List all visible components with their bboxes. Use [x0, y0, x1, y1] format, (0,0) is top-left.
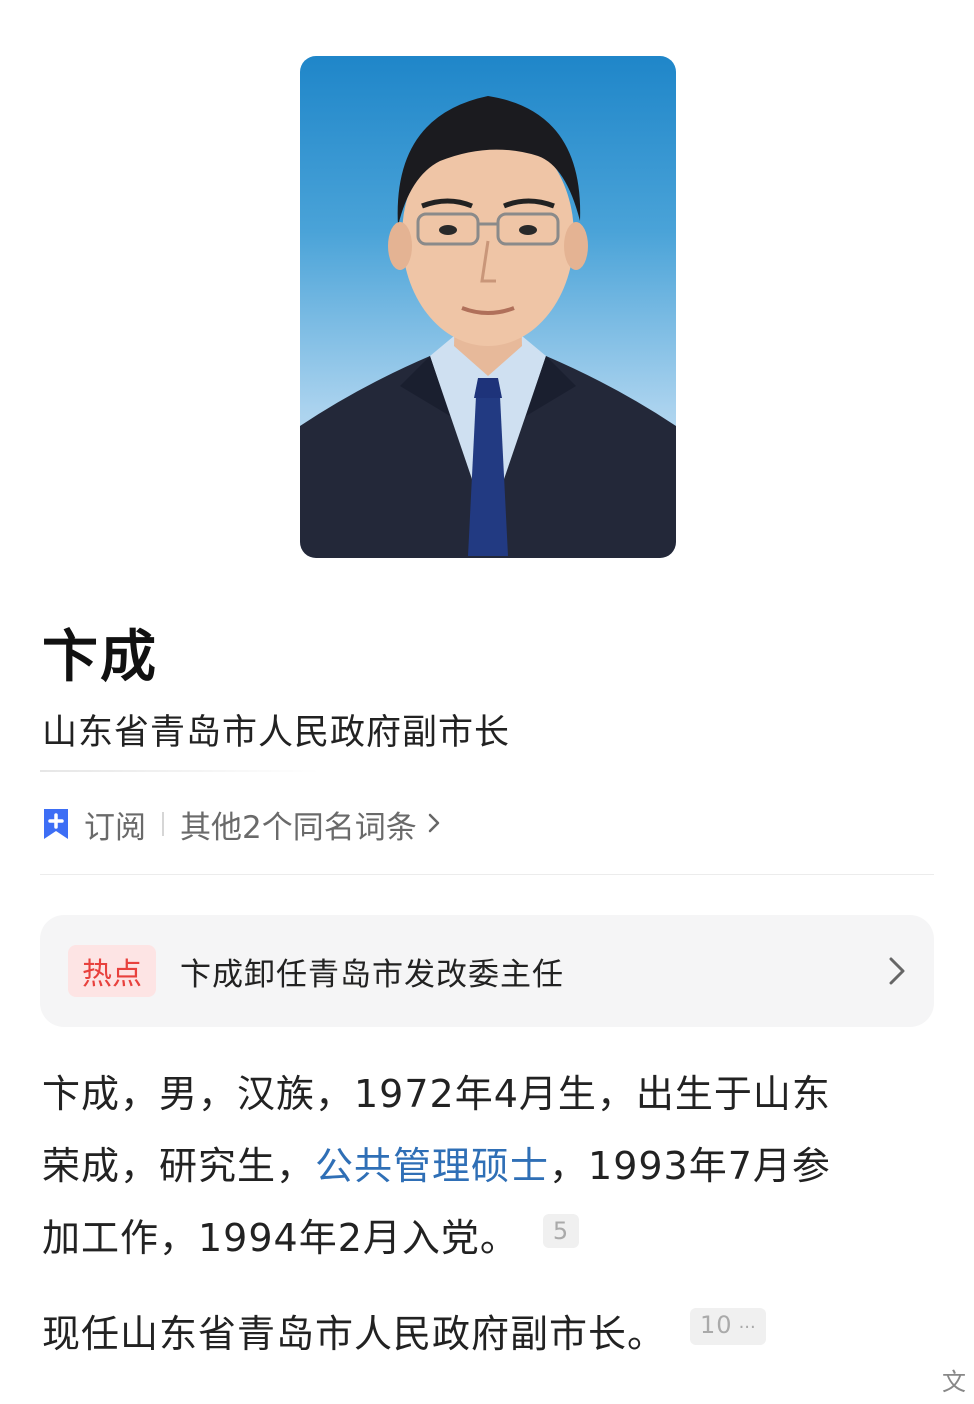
cut-off-text: 文 [942, 1368, 966, 1396]
summary-line: 荣成，研究生，公共管理硕士，1993年7月参 [42, 1130, 942, 1202]
hot-news-text: 卞成卸任青岛市发改委主任 [180, 956, 564, 993]
current-position-text: 现任山东省青岛市人民政府副市长。 [42, 1312, 667, 1356]
page-title: 卞成 [42, 625, 158, 690]
action-row: 订阅 其他2个同名词条 [42, 800, 441, 848]
separator [162, 812, 164, 836]
summary-line: 卞成，男，汉族，1972年4月生，出生于山东 [42, 1072, 831, 1116]
summary-paragraph: 卞成，男，汉族，1972年4月生，出生于山东 荣成，研究生，公共管理硕士，199… [42, 1058, 942, 1274]
hot-news-card[interactable]: 热点 卞成卸任青岛市发改委主任 [40, 915, 934, 1027]
portrait-illustration [300, 96, 676, 558]
hot-badge: 热点 [68, 945, 156, 997]
page-subtitle: 山东省青岛市人民政府副市长 [42, 713, 511, 753]
chevron-right-icon [427, 808, 441, 841]
bookmark-plus-icon[interactable] [42, 807, 70, 841]
current-position-paragraph: 现任山东省青岛市人民政府副市长。 10 ··· [42, 1298, 942, 1370]
more-icon: ··· [738, 1317, 756, 1338]
reference-badge[interactable]: 5 [542, 1213, 580, 1248]
summary-text: 加工作，1994年2月入党。 [42, 1216, 519, 1260]
summary-line: 加工作，1994年2月入党。 5 [42, 1202, 942, 1274]
divider [40, 874, 934, 875]
chevron-right-icon [886, 955, 908, 987]
reference-badge[interactable]: 10 ··· [690, 1308, 766, 1345]
public-admin-master-link[interactable]: 公共管理硕士 [315, 1144, 549, 1188]
same-name-entries-link[interactable]: 其他2个同名词条 [180, 802, 417, 847]
subscribe-button[interactable]: 订阅 [84, 802, 146, 847]
divider [40, 770, 320, 772]
profile-portrait[interactable] [300, 56, 676, 558]
summary-text: 荣成，研究生， [42, 1144, 316, 1188]
bottom-fade [560, 1362, 974, 1404]
reference-number: 10 [700, 1311, 733, 1339]
summary-text: ，1993年7月参 [549, 1144, 831, 1188]
